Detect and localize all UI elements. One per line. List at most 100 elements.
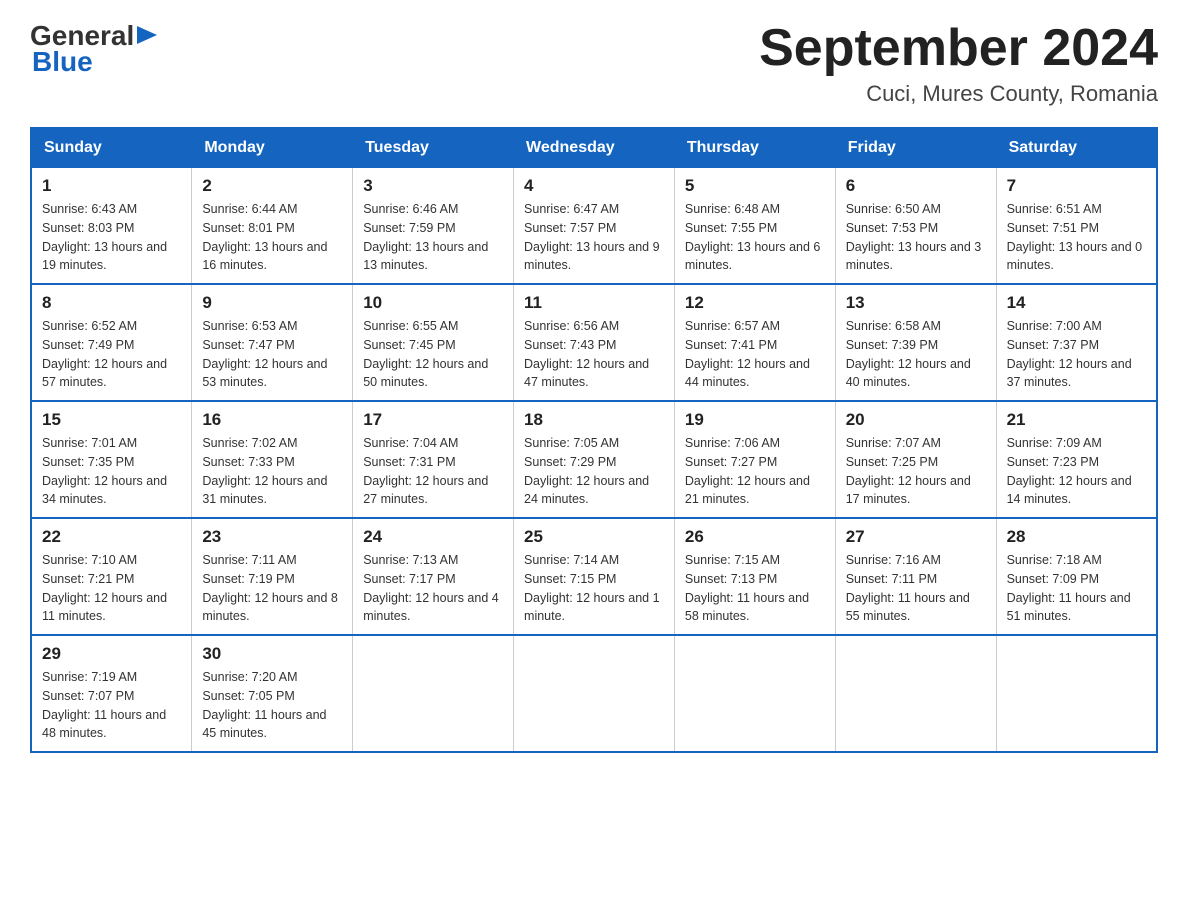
calendar-cell-week3-day6: 20Sunrise: 7:07 AMSunset: 7:25 PMDayligh…: [835, 401, 996, 518]
calendar-cell-week1-day3: 3 Sunrise: 6:46 AMSunset: 7:59 PMDaylight…: [353, 168, 514, 285]
weekday-header-monday: Monday: [192, 128, 353, 168]
calendar-cell-week5-day4: [514, 635, 675, 752]
day-info: Sunrise: 7:14 AMSunset: 7:15 PMDaylight:…: [524, 551, 664, 626]
day-info: Sunrise: 7:18 AMSunset: 7:09 PMDaylight:…: [1007, 551, 1146, 626]
day-number: 18: [524, 410, 664, 430]
calendar-week-2: 8 Sunrise: 6:52 AMSunset: 7:49 PMDaylight…: [31, 284, 1157, 401]
day-info: Sunrise: 7:02 AMSunset: 7:33 PMDaylight:…: [202, 434, 342, 509]
day-info: Sunrise: 6:52 AMSunset: 7:49 PMDaylight:…: [42, 317, 181, 392]
day-info: Sunrise: 6:48 AMSunset: 7:55 PMDaylight:…: [685, 200, 825, 275]
day-info: Sunrise: 6:43 AMSunset: 8:03 PMDaylight:…: [42, 200, 181, 275]
calendar-week-1: 1 Sunrise: 6:43 AMSunset: 8:03 PMDaylight…: [31, 168, 1157, 285]
day-info: Sunrise: 7:20 AMSunset: 7:05 PMDaylight:…: [202, 668, 342, 743]
day-number: 26: [685, 527, 825, 547]
day-info: Sunrise: 6:44 AMSunset: 8:01 PMDaylight:…: [202, 200, 342, 275]
calendar-week-5: 29 Sunrise: 7:19 AMSunset: 7:07 PMDayligh…: [31, 635, 1157, 752]
day-number: 13: [846, 293, 986, 313]
calendar-cell-week3-day2: 16 Sunrise: 7:02 AMSunset: 7:33 PMDayligh…: [192, 401, 353, 518]
calendar-title: September 2024: [759, 20, 1158, 77]
day-info: Sunrise: 6:56 AMSunset: 7:43 PMDaylight:…: [524, 317, 664, 392]
weekday-header-sunday: Sunday: [31, 128, 192, 168]
day-number: 3: [363, 176, 503, 196]
day-number: 15: [42, 410, 181, 430]
day-number: 6: [846, 176, 986, 196]
calendar-cell-week5-day2: 30 Sunrise: 7:20 AMSunset: 7:05 PMDayligh…: [192, 635, 353, 752]
day-number: 17: [363, 410, 503, 430]
calendar-cell-week2-day2: 9 Sunrise: 6:53 AMSunset: 7:47 PMDaylight…: [192, 284, 353, 401]
day-info: Sunrise: 7:06 AMSunset: 7:27 PMDaylight:…: [685, 434, 825, 509]
weekday-header-thursday: Thursday: [674, 128, 835, 168]
calendar-cell-week1-day4: 4 Sunrise: 6:47 AMSunset: 7:57 PMDaylight…: [514, 168, 675, 285]
day-number: 8: [42, 293, 181, 313]
day-number: 2: [202, 176, 342, 196]
day-number: 14: [1007, 293, 1146, 313]
weekday-header-friday: Friday: [835, 128, 996, 168]
calendar-subtitle: Cuci, Mures County, Romania: [759, 81, 1158, 107]
title-section: September 2024 Cuci, Mures County, Roman…: [759, 20, 1158, 107]
day-number: 29: [42, 644, 181, 664]
calendar-cell-week3-day5: 19 Sunrise: 7:06 AMSunset: 7:27 PMDayligh…: [674, 401, 835, 518]
weekday-header-saturday: Saturday: [996, 128, 1157, 168]
day-info: Sunrise: 7:19 AMSunset: 7:07 PMDaylight:…: [42, 668, 181, 743]
weekday-header-wednesday: Wednesday: [514, 128, 675, 168]
day-info: Sunrise: 6:57 AMSunset: 7:41 PMDaylight:…: [685, 317, 825, 392]
calendar-cell-week2-day6: 13 Sunrise: 6:58 AMSunset: 7:39 PMDayligh…: [835, 284, 996, 401]
page-header: General Blue September 2024 Cuci, Mures …: [30, 20, 1158, 107]
day-info: Sunrise: 6:53 AMSunset: 7:47 PMDaylight:…: [202, 317, 342, 392]
day-info: Sunrise: 7:11 AMSunset: 7:19 PMDaylight:…: [202, 551, 342, 626]
calendar-cell-week1-day6: 6 Sunrise: 6:50 AMSunset: 7:53 PMDaylight…: [835, 168, 996, 285]
day-info: Sunrise: 7:01 AMSunset: 7:35 PMDaylight:…: [42, 434, 181, 509]
day-number: 5: [685, 176, 825, 196]
calendar-cell-week1-day7: 7 Sunrise: 6:51 AMSunset: 7:51 PMDaylight…: [996, 168, 1157, 285]
day-number: 16: [202, 410, 342, 430]
calendar-cell-week2-day4: 11 Sunrise: 6:56 AMSunset: 7:43 PMDayligh…: [514, 284, 675, 401]
calendar-cell-week4-day6: 27Sunrise: 7:16 AMSunset: 7:11 PMDayligh…: [835, 518, 996, 635]
day-number: 23: [202, 527, 342, 547]
calendar-cell-week4-day2: 23 Sunrise: 7:11 AMSunset: 7:19 PMDayligh…: [192, 518, 353, 635]
day-number: 9: [202, 293, 342, 313]
day-number: 11: [524, 293, 664, 313]
logo-arrow-icon: [137, 22, 163, 48]
logo-text-blue: Blue: [32, 46, 93, 78]
calendar-cell-week2-day1: 8 Sunrise: 6:52 AMSunset: 7:49 PMDaylight…: [31, 284, 192, 401]
day-number: 22: [42, 527, 181, 547]
day-info: Sunrise: 7:10 AMSunset: 7:21 PMDaylight:…: [42, 551, 181, 626]
calendar-cell-week4-day1: 22 Sunrise: 7:10 AMSunset: 7:21 PMDayligh…: [31, 518, 192, 635]
day-number: 30: [202, 644, 342, 664]
day-number: 10: [363, 293, 503, 313]
calendar-cell-week2-day3: 10 Sunrise: 6:55 AMSunset: 7:45 PMDayligh…: [353, 284, 514, 401]
calendar-cell-week3-day3: 17 Sunrise: 7:04 AMSunset: 7:31 PMDayligh…: [353, 401, 514, 518]
day-number: 19: [685, 410, 825, 430]
calendar-cell-week4-day7: 28Sunrise: 7:18 AMSunset: 7:09 PMDayligh…: [996, 518, 1157, 635]
day-info: Sunrise: 6:55 AMSunset: 7:45 PMDaylight:…: [363, 317, 503, 392]
calendar-cell-week3-day1: 15 Sunrise: 7:01 AMSunset: 7:35 PMDayligh…: [31, 401, 192, 518]
weekday-header-tuesday: Tuesday: [353, 128, 514, 168]
calendar-cell-week5-day5: [674, 635, 835, 752]
calendar-cell-week1-day2: 2 Sunrise: 6:44 AMSunset: 8:01 PMDaylight…: [192, 168, 353, 285]
day-info: Sunrise: 7:04 AMSunset: 7:31 PMDaylight:…: [363, 434, 503, 509]
day-info: Sunrise: 6:47 AMSunset: 7:57 PMDaylight:…: [524, 200, 664, 275]
calendar-cell-week4-day3: 24Sunrise: 7:13 AMSunset: 7:17 PMDayligh…: [353, 518, 514, 635]
calendar-cell-week2-day5: 12Sunrise: 6:57 AMSunset: 7:41 PMDayligh…: [674, 284, 835, 401]
calendar-cell-week5-day7: [996, 635, 1157, 752]
calendar-cell-week3-day7: 21Sunrise: 7:09 AMSunset: 7:23 PMDayligh…: [996, 401, 1157, 518]
calendar-cell-week5-day3: [353, 635, 514, 752]
calendar-cell-week5-day1: 29 Sunrise: 7:19 AMSunset: 7:07 PMDayligh…: [31, 635, 192, 752]
day-info: Sunrise: 7:15 AMSunset: 7:13 PMDaylight:…: [685, 551, 825, 626]
calendar-cell-week4-day4: 25 Sunrise: 7:14 AMSunset: 7:15 PMDayligh…: [514, 518, 675, 635]
day-info: Sunrise: 7:16 AMSunset: 7:11 PMDaylight:…: [846, 551, 986, 626]
day-number: 7: [1007, 176, 1146, 196]
day-info: Sunrise: 6:50 AMSunset: 7:53 PMDaylight:…: [846, 200, 986, 275]
day-info: Sunrise: 6:58 AMSunset: 7:39 PMDaylight:…: [846, 317, 986, 392]
day-number: 25: [524, 527, 664, 547]
day-info: Sunrise: 6:46 AMSunset: 7:59 PMDaylight:…: [363, 200, 503, 275]
calendar-cell-week1-day1: 1 Sunrise: 6:43 AMSunset: 8:03 PMDaylight…: [31, 168, 192, 285]
day-info: Sunrise: 7:05 AMSunset: 7:29 PMDaylight:…: [524, 434, 664, 509]
calendar-table: SundayMondayTuesdayWednesdayThursdayFrid…: [30, 127, 1158, 753]
day-info: Sunrise: 7:13 AMSunset: 7:17 PMDaylight:…: [363, 551, 503, 626]
day-info: Sunrise: 6:51 AMSunset: 7:51 PMDaylight:…: [1007, 200, 1146, 275]
calendar-cell-week3-day4: 18 Sunrise: 7:05 AMSunset: 7:29 PMDayligh…: [514, 401, 675, 518]
day-number: 1: [42, 176, 181, 196]
calendar-cell-week4-day5: 26 Sunrise: 7:15 AMSunset: 7:13 PMDayligh…: [674, 518, 835, 635]
day-number: 4: [524, 176, 664, 196]
